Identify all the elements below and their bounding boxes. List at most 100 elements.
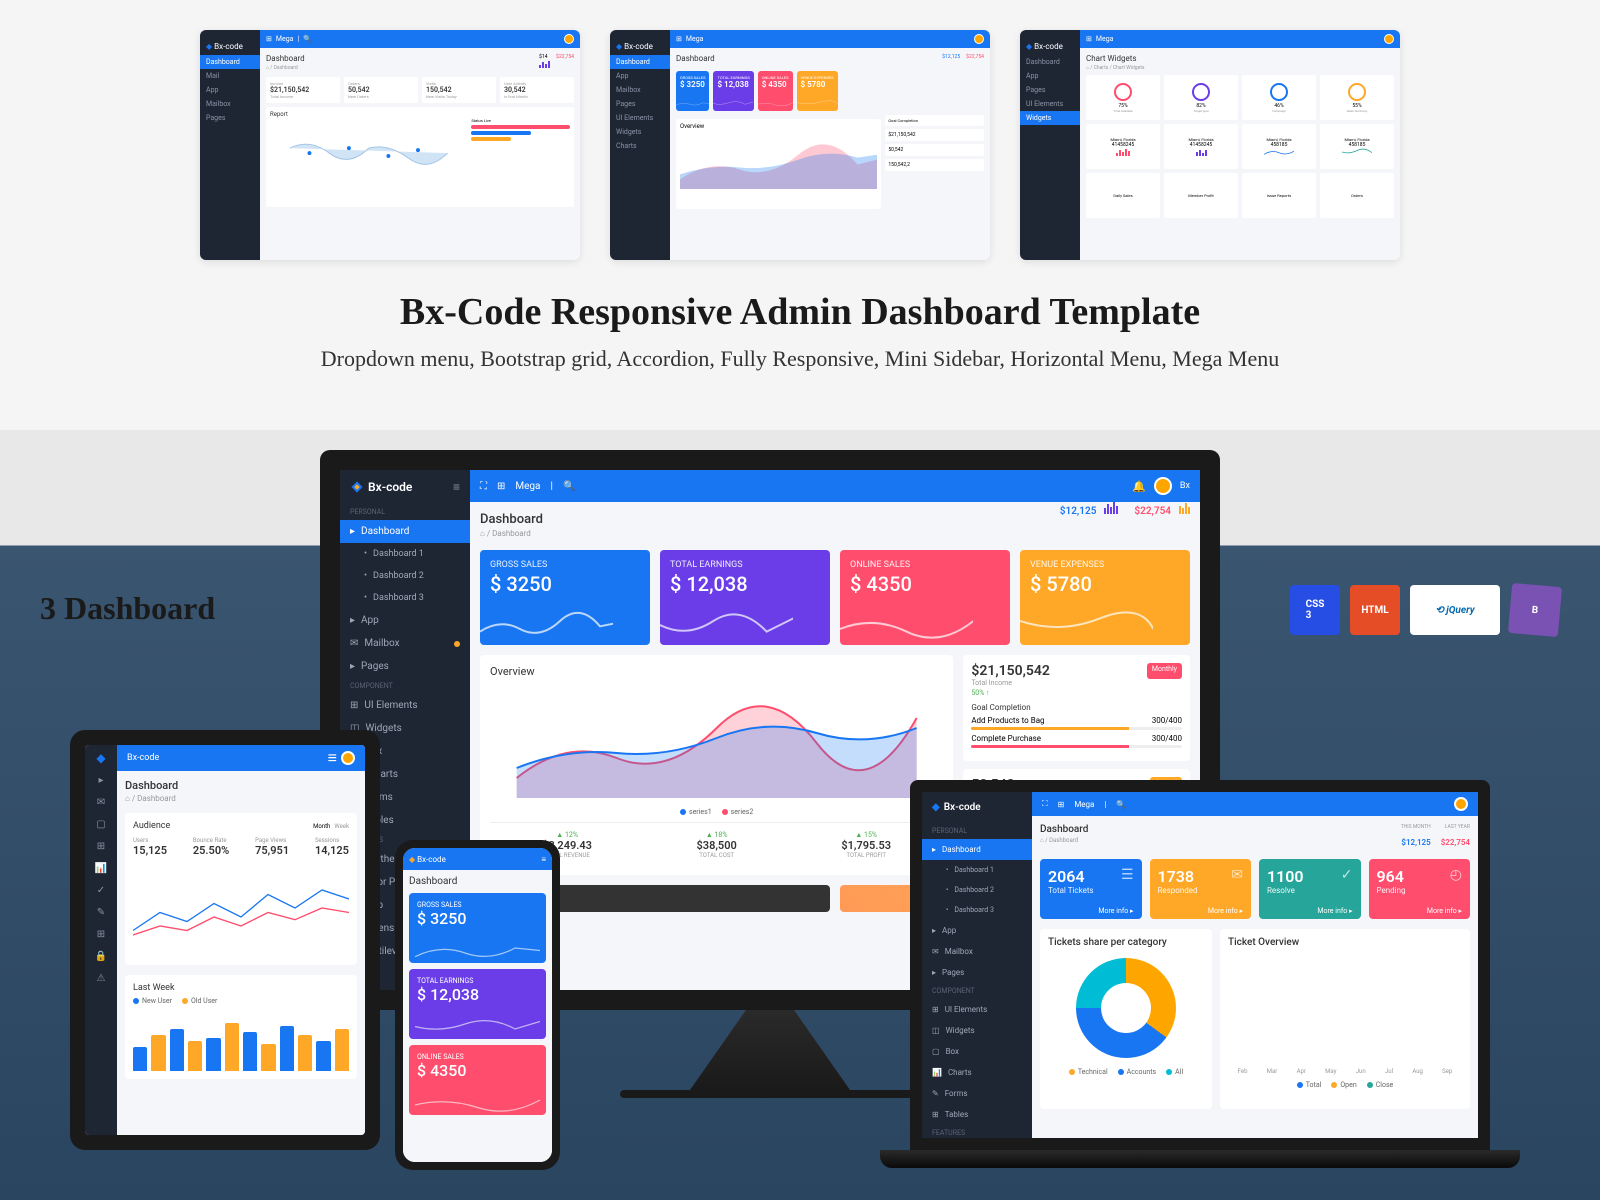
thumb2-logo: ◆Bx-code <box>610 38 670 55</box>
laptop-nav-box[interactable]: ▢Box <box>922 1041 1032 1062</box>
nav-pages[interactable]: ▸Pages <box>340 655 470 678</box>
thumb1-breadcrumb: ⌂ / Dashboard <box>266 65 305 71</box>
thumb3-nav-item[interactable]: App <box>1020 69 1080 83</box>
thumb2-nav-item[interactable]: Charts <box>610 139 670 153</box>
thumb3-nav-item[interactable]: UI Elements <box>1020 97 1080 111</box>
laptop-nav-tables[interactable]: ⊞Tables <box>922 1104 1032 1125</box>
tab-week[interactable]: Week <box>334 823 349 830</box>
thumb3-spark-4: Miami, Florida458185 <box>1320 124 1394 169</box>
laptop-nav-charts[interactable]: 📊Charts <box>922 1062 1032 1083</box>
lastweek-bars <box>133 1011 349 1071</box>
thumb3-nav-widgets[interactable]: Widgets <box>1020 111 1080 125</box>
tablet-nav-icon[interactable]: ✎ <box>94 905 108 919</box>
laptop-charts: Tickets share per category Technical Acc… <box>1040 929 1470 1109</box>
dashboard-icon: ▸ <box>350 526 355 537</box>
thumb2-nav-item[interactable]: App <box>610 69 670 83</box>
menu-toggle-icon[interactable]: ≡ <box>453 480 460 494</box>
chart-legend: series1 series2 <box>490 808 943 816</box>
thumb2-side-1: $21,150,542 <box>885 129 984 141</box>
tablet-nav-icon[interactable]: ⊞ <box>94 927 108 941</box>
nav-dashboard-2[interactable]: •Dashboard 2 <box>340 565 470 587</box>
fullscreen-icon[interactable]: ⛶ <box>1042 799 1048 809</box>
thumb2-nav-dashboard[interactable]: Dashboard <box>610 55 670 69</box>
tablet-nav-icon[interactable]: 🔒 <box>94 949 108 963</box>
tablet-nav-icon[interactable]: ▢ <box>94 817 108 831</box>
laptop-nav-ui[interactable]: ⊞UI Elements <box>922 999 1032 1020</box>
card-gross-sales: GROSS SALES $ 3250 <box>480 550 650 645</box>
thumb2-nav-item[interactable]: Mailbox <box>610 83 670 97</box>
thumb3-nav-item[interactable]: Pages <box>1020 83 1080 97</box>
bottom-section: 3 Dashboard CSS3 HTML ⟲ jQuery B Bx-code… <box>0 430 1600 1200</box>
audience-card: Audience Month Week Users15,125 Bounce R… <box>125 813 357 965</box>
audience-stats: Users15,125 Bounce Rate25.50% Page Views… <box>133 837 349 857</box>
thumb3-bottom: Daily Sales Member Profit Issue Reports … <box>1086 173 1394 218</box>
thumb2-nav-item[interactable]: Pages <box>610 97 670 111</box>
dashboard-count-label: 3 Dashboard <box>40 590 215 627</box>
menu-icon[interactable]: ≡ <box>328 748 337 768</box>
monitor-header-right: 🔔 Bx <box>1132 477 1190 495</box>
thumb2-nav-item[interactable]: UI Elements <box>610 111 670 125</box>
phone-card-earnings: TOTAL EARNINGS $ 12,038 <box>409 969 546 1039</box>
thumb3-main: ⊞Mega Chart Widgets ⌂ / Charts / Chart W… <box>1080 30 1400 260</box>
nav-mailbox[interactable]: ✉Mailbox <box>340 632 470 655</box>
thumb3-sparks: Miami, Florida41458245 Miami, Florida414… <box>1086 124 1394 169</box>
thumb1-avatar[interactable] <box>564 34 574 44</box>
grid-icon[interactable]: ⊞ <box>497 481 505 492</box>
thumb2-avatar[interactable] <box>974 34 984 44</box>
laptop-nav-d3[interactable]: •Dashboard 3 <box>922 900 1032 920</box>
phone-card-online: ONLINE SALES $ 4350 <box>409 1045 546 1115</box>
nav-app[interactable]: ▸App <box>340 609 470 632</box>
thumb1-nav-mailbox[interactable]: Mailbox <box>200 97 260 111</box>
world-map-icon <box>270 118 467 198</box>
tablet-nav-icon[interactable]: ⚠ <box>94 971 108 985</box>
nav-dashboard-1[interactable]: •Dashboard 1 <box>340 543 470 565</box>
thumb3-nav-item[interactable]: Dashboard <box>1020 55 1080 69</box>
fullscreen-icon[interactable]: ⛶ <box>480 481 487 492</box>
thumb1-status-title: Status Live <box>471 118 570 123</box>
thumb1-nav-dashboard[interactable]: Dashboard <box>200 55 260 69</box>
tab-month[interactable]: Month <box>313 823 330 830</box>
laptop-nav-widgets[interactable]: ◫Widgets <box>922 1020 1032 1041</box>
thumb3-gauge-3: 46%Campaign <box>1242 75 1316 120</box>
tablet-nav-icon[interactable]: ✓ <box>94 883 108 897</box>
laptop-nav-mail[interactable]: ✉Mailbox <box>922 941 1032 962</box>
tablet-nav-icon[interactable]: ✉ <box>94 795 108 809</box>
tablet-header: Bx-code ≡ <box>117 745 365 771</box>
laptop-nav-app[interactable]: ▸App <box>922 920 1032 941</box>
tablet-screen: ◆ ▸ ✉ ▢ ⊞ 📊 ✓ ✎ ⊞ 🔒 ⚠ Bx-code ≡ <box>85 745 365 1135</box>
phone-menu-icon[interactable]: ≡ <box>541 855 546 864</box>
nav-ui[interactable]: ⊞UI Elements <box>340 694 470 717</box>
thumb2-nav-item[interactable]: Widgets <box>610 125 670 139</box>
bar-chart: Ticket Overview <box>1220 929 1470 1109</box>
laptop-nav-dashboard[interactable]: ▸Dashboard <box>922 839 1032 860</box>
notification-icon[interactable]: 🔔 <box>1132 480 1146 493</box>
mega-menu[interactable]: Mega <box>515 481 540 492</box>
tablet-nav-icon[interactable]: ⊞ <box>94 839 108 853</box>
tablet-nav-icon[interactable]: 📊 <box>94 861 108 875</box>
tablet-nav-icon[interactable]: ▸ <box>94 773 108 787</box>
nav-dashboard-3[interactable]: •Dashboard 3 <box>340 587 470 609</box>
area-chart-icon <box>490 678 943 798</box>
phone-header: ◆ Bx-code ≡ <box>403 848 552 870</box>
grid-icon[interactable]: ⊞ <box>1058 800 1065 809</box>
thumb3-avatar[interactable] <box>1384 34 1394 44</box>
search-icon[interactable]: 🔍 <box>1116 800 1126 809</box>
laptop-avatar[interactable] <box>1454 797 1468 811</box>
search-icon[interactable]: 🔍 <box>563 481 575 492</box>
tablet-avatar[interactable] <box>341 751 355 765</box>
sparkline-icon <box>660 605 793 645</box>
thumb1-nav-app[interactable]: App <box>200 83 260 97</box>
monitor-avatar[interactable] <box>1154 477 1172 495</box>
nav-dashboard[interactable]: ▸Dashboard <box>340 520 470 543</box>
goal-2: Complete Purchase300/400 <box>971 734 1182 743</box>
laptop-nav-d2[interactable]: •Dashboard 2 <box>922 880 1032 900</box>
thumb3-orders: Orders <box>1320 173 1394 218</box>
monthly-badge[interactable]: Monthly <box>1147 663 1182 679</box>
jquery-logo-icon: ⟲ jQuery <box>1410 585 1500 635</box>
laptop-nav-pages[interactable]: ▸Pages <box>922 962 1032 983</box>
laptop-nav-d1[interactable]: •Dashboard 1 <box>922 860 1032 880</box>
laptop-base <box>880 1150 1520 1168</box>
thumb1-nav-pages[interactable]: Pages <box>200 111 260 125</box>
laptop-nav-forms[interactable]: ✎Forms <box>922 1083 1032 1104</box>
thumb1-nav-mail[interactable]: Mail <box>200 69 260 83</box>
